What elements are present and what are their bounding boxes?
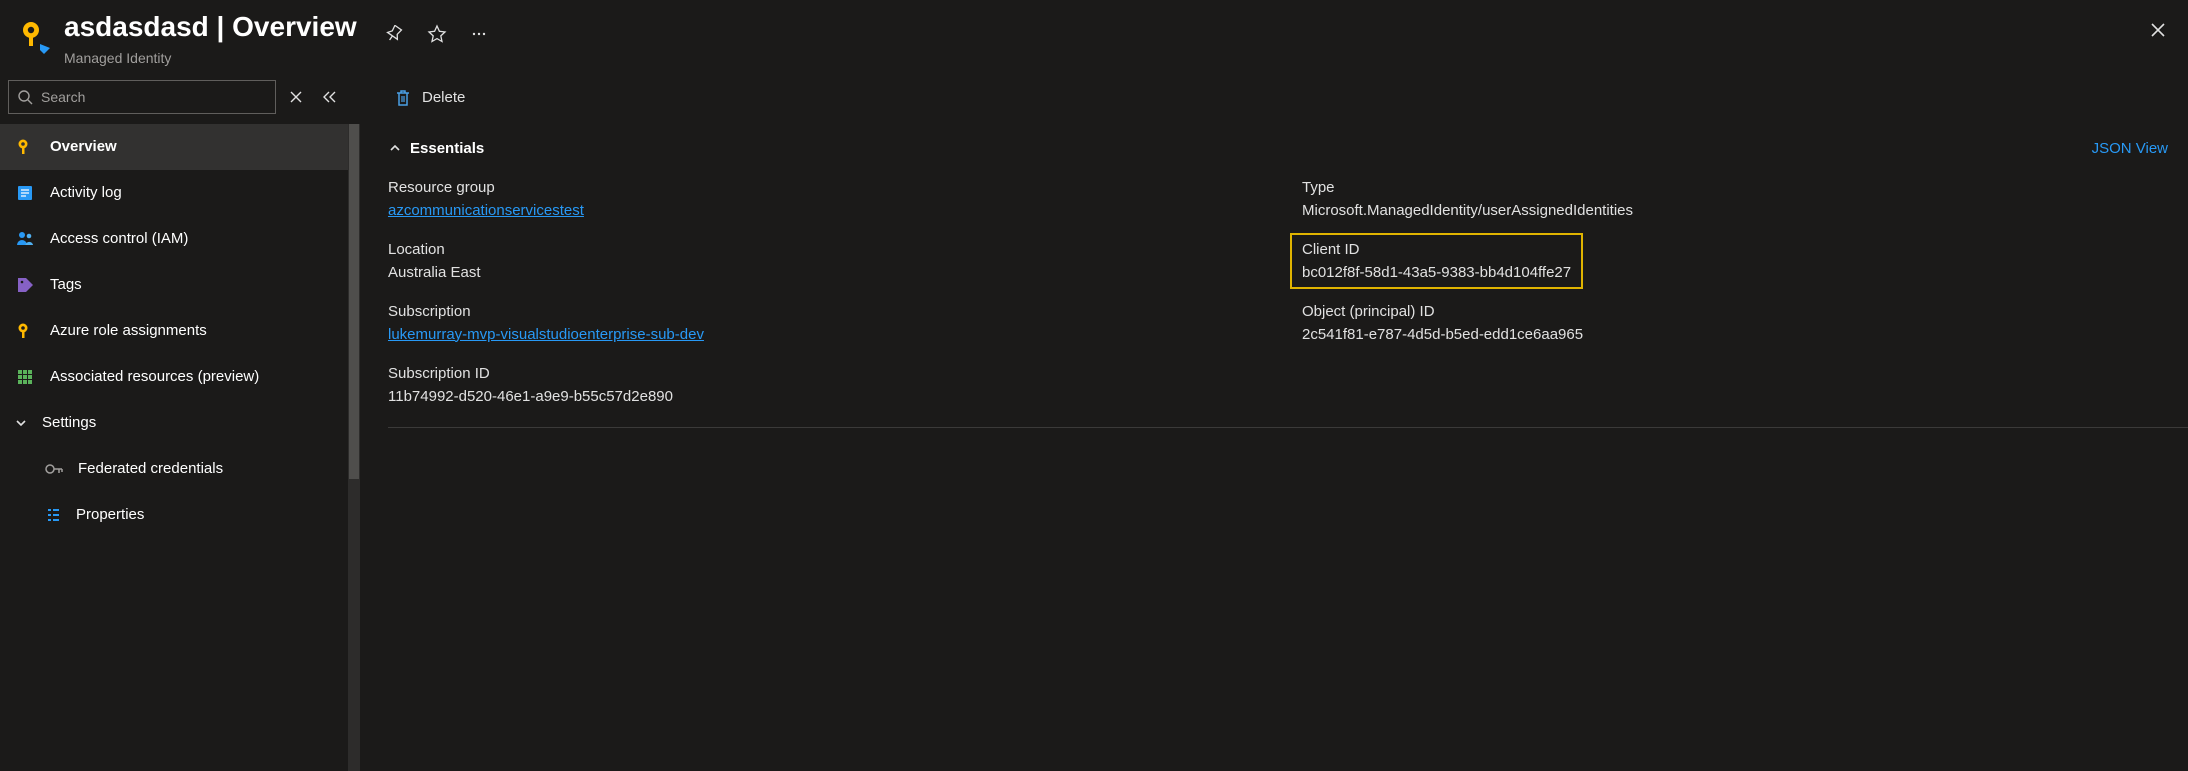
type-value: Microsoft.ManagedIdentity/userAssignedId… <box>1302 202 2168 219</box>
section-name: Overview <box>232 11 357 42</box>
page-title: asdasdasd | Overview <box>64 10 357 44</box>
pin-button[interactable] <box>379 18 411 50</box>
collapse-sidebar-button[interactable] <box>316 83 344 111</box>
delete-icon <box>394 88 412 108</box>
chevron-down-icon <box>14 416 28 430</box>
essentials-toggle[interactable]: Essentials <box>388 140 484 157</box>
subscription-id-value: 11b74992-d520-46e1-a9e9-b55c57d2e890 <box>388 388 1254 405</box>
field-client-id: Client ID bc012f8f-58d1-43a5-9383-bb4d10… <box>1302 241 1571 281</box>
sidebar-group-label: Settings <box>42 414 96 431</box>
sidebar-item-activity-log[interactable]: Activity log <box>0 170 348 216</box>
key-icon <box>14 136 36 158</box>
sidebar-item-label: Properties <box>76 506 144 523</box>
x-icon <box>290 91 302 103</box>
sidebar-item-properties[interactable]: Properties <box>0 492 348 538</box>
delete-button-label: Delete <box>422 89 465 106</box>
resource-group-link[interactable]: azcommunicationservicestest <box>388 202 584 219</box>
sidebar-item-azure-role-assignments[interactable]: Azure role assignments <box>0 308 348 354</box>
sidebar-item-overview[interactable]: Overview <box>0 124 348 170</box>
sidebar-item-label: Azure role assignments <box>50 322 207 339</box>
chevron-double-left-icon <box>322 90 338 104</box>
ellipsis-icon <box>470 25 488 43</box>
field-label: Resource group <box>388 179 1254 196</box>
managed-identity-icon <box>12 14 56 58</box>
field-location: Location Australia East <box>388 241 1254 281</box>
field-resource-group: Resource group azcommunicationserviceste… <box>388 179 1254 219</box>
grid-icon <box>14 366 36 388</box>
sidebar-item-access-control[interactable]: Access control (IAM) <box>0 216 348 262</box>
properties-icon <box>44 506 62 524</box>
sidebar-item-label: Associated resources (preview) <box>50 368 259 385</box>
sidebar-item-label: Federated credentials <box>78 460 223 477</box>
field-type: Type Microsoft.ManagedIdentity/userAssig… <box>1302 179 2168 219</box>
resource-name: asdasdasd <box>64 11 209 42</box>
essentials-label: Essentials <box>410 140 484 157</box>
sidebar-item-associated-resources[interactable]: Associated resources (preview) <box>0 354 348 400</box>
field-label: Location <box>388 241 1254 258</box>
json-view-button[interactable]: JSON View <box>2092 140 2168 157</box>
page-header: asdasdasd | Overview Managed Identity <box>0 0 2188 74</box>
main-content: Delete Essentials JSON View Resource gro… <box>360 74 2188 771</box>
search-icon <box>17 89 33 105</box>
sidebar-item-tags[interactable]: Tags <box>0 262 348 308</box>
object-id-value: 2c541f81-e787-4d5d-b5ed-edd1ce6aa965 <box>1302 326 2168 343</box>
delete-button[interactable]: Delete <box>388 84 471 112</box>
field-subscription: Subscription lukemurray-mvp-visualstudio… <box>388 303 1254 343</box>
access-control-icon <box>14 228 36 250</box>
field-object-id: Object (principal) ID 2c541f81-e787-4d5d… <box>1302 303 2168 343</box>
sidebar-item-label: Overview <box>50 138 117 155</box>
field-label: Subscription <box>388 303 1254 320</box>
favorite-button[interactable] <box>421 18 453 50</box>
subscription-link[interactable]: lukemurray-mvp-visualstudioenterprise-su… <box>388 326 704 343</box>
activity-log-icon <box>14 182 36 204</box>
sidebar-item-federated-credentials[interactable]: Federated credentials <box>0 446 348 492</box>
sidebar-item-label: Access control (IAM) <box>50 230 188 247</box>
sidebar-search-box[interactable] <box>8 80 276 114</box>
sidebar: Overview Activity log Access control (IA… <box>0 74 360 771</box>
command-bar: Delete <box>388 74 2188 122</box>
field-label: Type <box>1302 179 2168 196</box>
close-button[interactable] <box>2142 14 2174 46</box>
sidebar-group-settings[interactable]: Settings <box>0 400 348 446</box>
clear-search-button[interactable] <box>282 83 310 111</box>
sidebar-search-input[interactable] <box>41 89 267 105</box>
field-subscription-id: Subscription ID 11b74992-d520-46e1-a9e9-… <box>388 365 1254 405</box>
sidebar-scrollbar[interactable] <box>348 124 360 771</box>
field-label: Client ID <box>1302 241 1571 258</box>
essentials-panel: Resource group azcommunicationserviceste… <box>388 179 2188 428</box>
credentials-icon <box>44 460 64 478</box>
pin-icon <box>386 25 404 43</box>
sidebar-item-label: Tags <box>50 276 82 293</box>
chevron-up-icon <box>388 141 402 155</box>
field-label: Object (principal) ID <box>1302 303 2168 320</box>
star-icon <box>427 24 447 44</box>
client-id-value: bc012f8f-58d1-43a5-9383-bb4d104ffe27 <box>1302 264 1571 281</box>
more-button[interactable] <box>463 18 495 50</box>
tags-icon <box>14 274 36 296</box>
field-label: Subscription ID <box>388 365 1254 382</box>
close-icon <box>2149 21 2167 39</box>
sidebar-scroll-thumb[interactable] <box>349 124 359 480</box>
key-icon <box>14 320 36 342</box>
client-id-highlight: Client ID bc012f8f-58d1-43a5-9383-bb4d10… <box>1290 233 1583 289</box>
resource-type-subtitle: Managed Identity <box>64 50 357 66</box>
location-value: Australia East <box>388 264 1254 281</box>
sidebar-item-label: Activity log <box>50 184 122 201</box>
